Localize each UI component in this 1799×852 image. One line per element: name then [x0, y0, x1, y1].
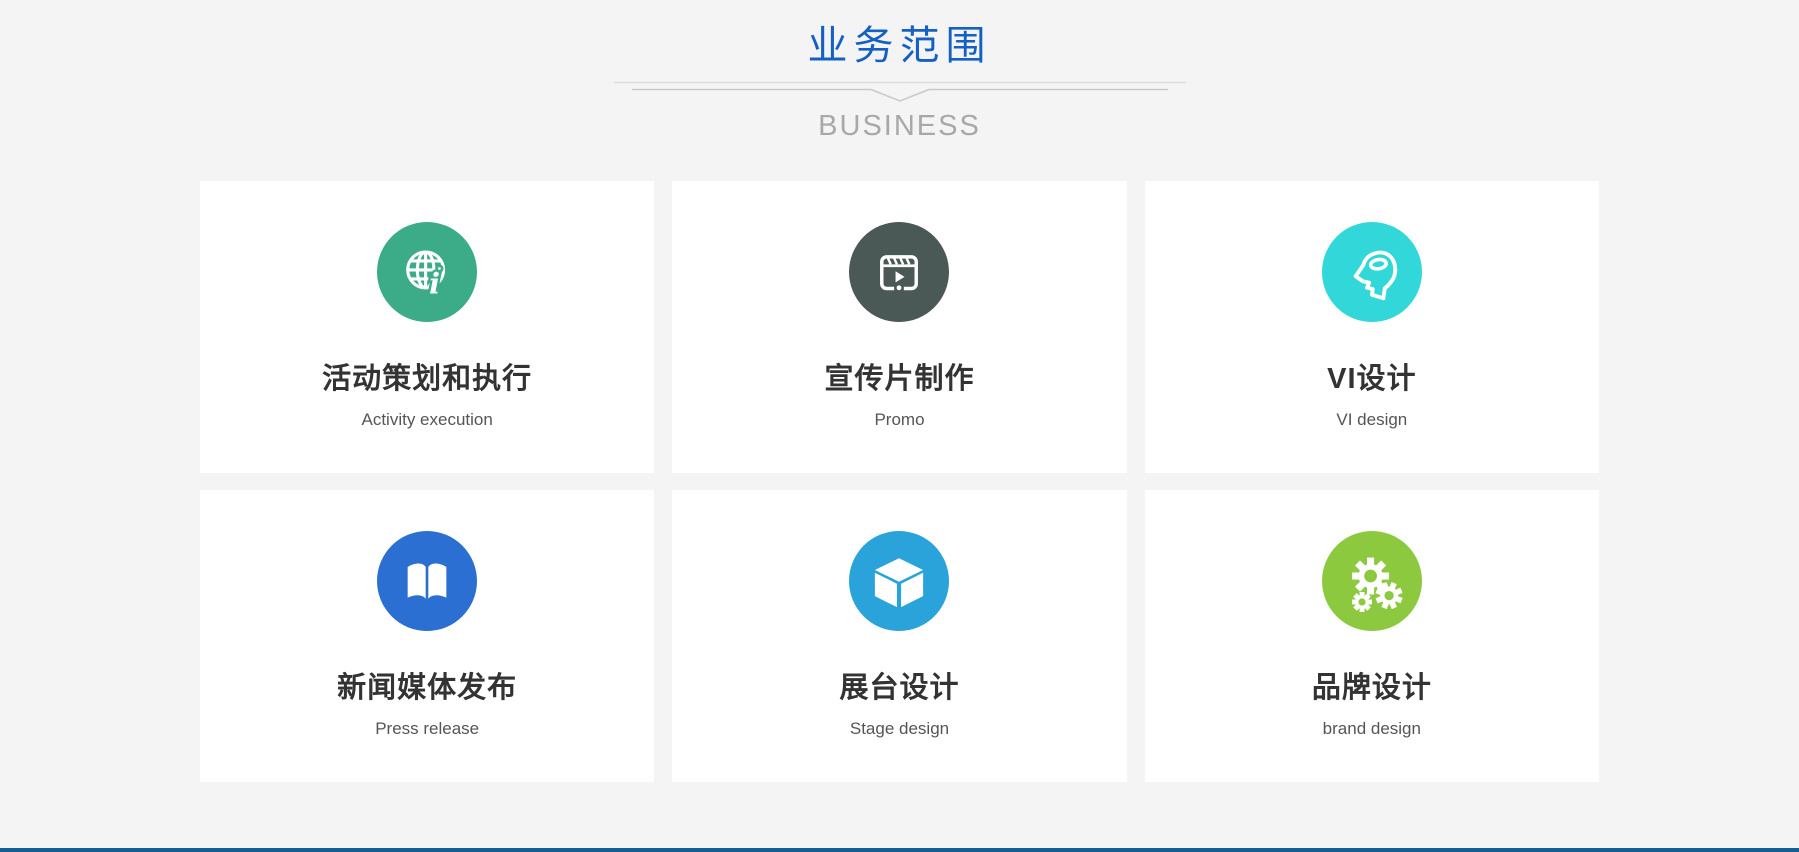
card-title: 活动策划和执行	[200, 355, 654, 397]
head-profile-icon	[1322, 222, 1422, 322]
section-subtitle: BUSINESS	[0, 110, 1799, 143]
card-subtitle: Promo	[672, 410, 1126, 430]
divider	[0, 79, 1799, 103]
card-subtitle: Activity execution	[200, 410, 654, 430]
card-title: 新闻媒体发布	[200, 664, 654, 706]
section-title: 业务范围	[0, 26, 1799, 66]
business-section-header: 业务范围 BUSINESS	[0, 0, 1799, 143]
gears-icon	[1322, 531, 1422, 631]
divider-ornament-icon	[614, 79, 1186, 103]
card-title: 展台设计	[672, 664, 1126, 706]
bottom-border-bar	[0, 848, 1799, 852]
card-title: VI设计	[1145, 355, 1599, 397]
card-subtitle: brand design	[1145, 719, 1599, 739]
card-promo-video[interactable]: 宣传片制作 Promo	[672, 181, 1126, 473]
cube-icon	[849, 531, 949, 631]
globe-info-icon: i	[377, 222, 477, 322]
card-subtitle: Stage design	[672, 719, 1126, 739]
card-press-release[interactable]: 新闻媒体发布 Press release	[200, 490, 654, 782]
card-subtitle: Press release	[200, 719, 654, 739]
card-activity-execution[interactable]: i 活动策划和执行 Activity execution	[200, 181, 654, 473]
card-brand-design[interactable]: 品牌设计 brand design	[1145, 490, 1599, 782]
business-cards-grid: i 活动策划和执行 Activity execution	[200, 181, 1599, 782]
card-subtitle: VI design	[1145, 410, 1599, 430]
card-stage-design[interactable]: 展台设计 Stage design	[672, 490, 1126, 782]
card-title: 品牌设计	[1145, 664, 1599, 706]
clapperboard-play-icon	[849, 222, 949, 322]
open-book-icon	[377, 531, 477, 631]
card-vi-design[interactable]: VI设计 VI design	[1145, 181, 1599, 473]
card-title: 宣传片制作	[672, 355, 1126, 397]
